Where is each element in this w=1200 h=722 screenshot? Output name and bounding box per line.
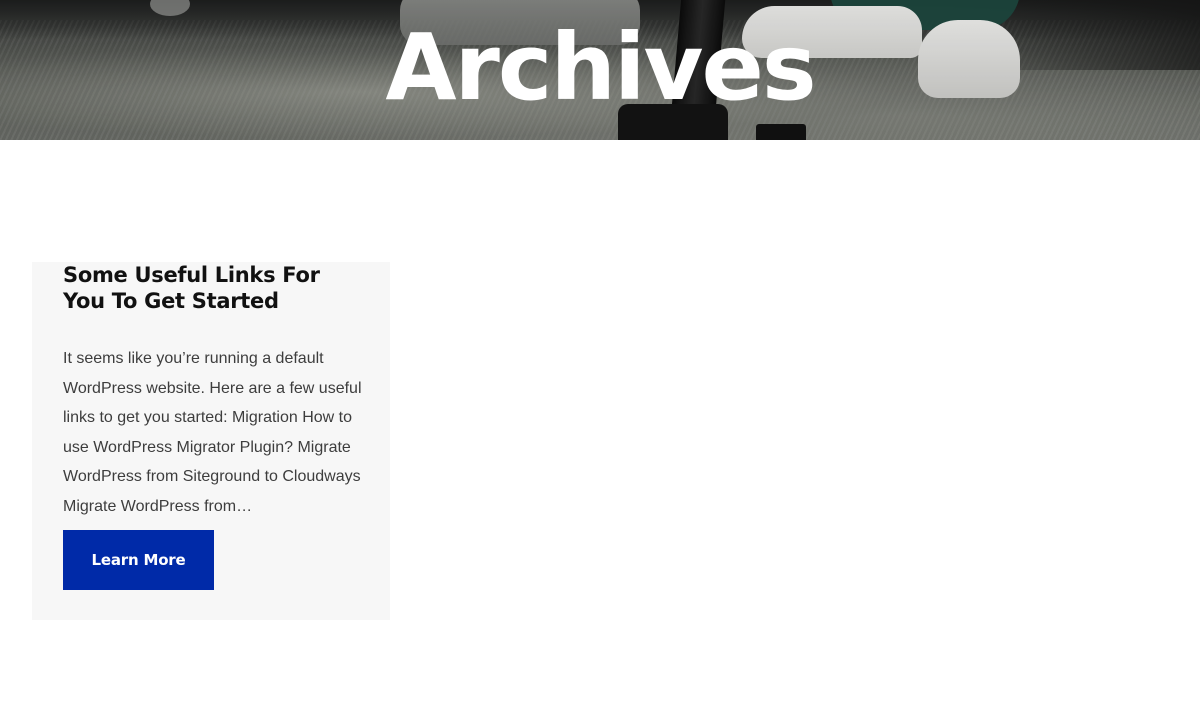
archive-hero-banner: Archives bbox=[0, 0, 1200, 140]
post-title[interactable]: Some Useful Links For You To Get Started bbox=[63, 262, 363, 314]
page-title: Archives bbox=[385, 14, 816, 121]
post-card: Some Useful Links For You To Get Started… bbox=[32, 262, 390, 620]
post-excerpt: It seems like you’re running a default W… bbox=[63, 350, 362, 515]
learn-more-button[interactable]: Learn More bbox=[63, 530, 214, 590]
